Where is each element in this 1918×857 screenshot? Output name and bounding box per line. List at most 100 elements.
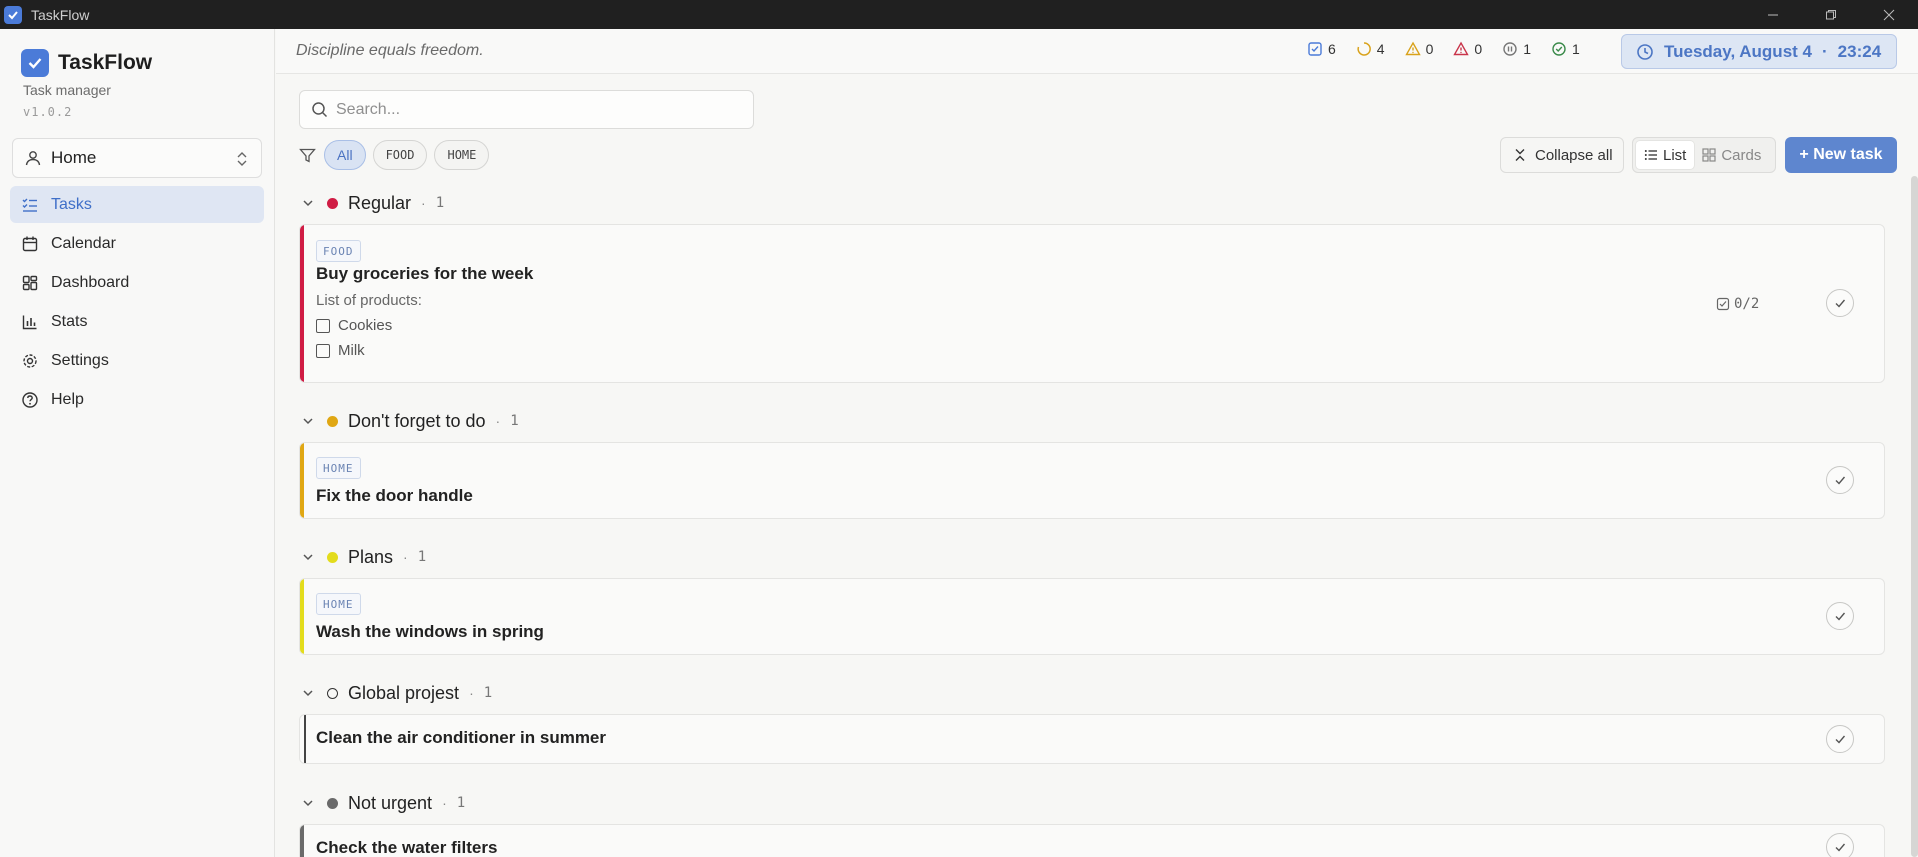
task-card[interactable]: HOME Fix the door handle bbox=[299, 442, 1885, 519]
task-title: Buy groceries for the week bbox=[316, 264, 534, 283]
filter-chip-all[interactable]: All bbox=[324, 140, 366, 170]
new-task-button[interactable]: + New task bbox=[1785, 137, 1897, 173]
group-color-dot bbox=[327, 797, 338, 809]
view-cards-label: Cards bbox=[1721, 146, 1762, 164]
view-list-button[interactable]: List bbox=[1636, 141, 1695, 169]
app-icon bbox=[4, 5, 22, 24]
group-name: Not urgent bbox=[348, 792, 433, 813]
stat-paused[interactable]: 1 bbox=[1502, 41, 1531, 57]
group-count: 1 bbox=[417, 549, 427, 565]
complete-task-button[interactable] bbox=[1826, 725, 1854, 753]
dashboard-icon bbox=[21, 274, 39, 292]
check-icon bbox=[1835, 843, 1846, 852]
group-separator: · bbox=[495, 413, 501, 429]
collapse-icon bbox=[1515, 149, 1525, 161]
stat-done[interactable]: 1 bbox=[1551, 41, 1580, 57]
restore-button[interactable] bbox=[1802, 0, 1860, 29]
view-toggle: List Cards bbox=[1632, 137, 1776, 173]
priority-bar bbox=[300, 443, 304, 518]
main-scrollbar[interactable] bbox=[1911, 176, 1918, 857]
sidebar-item-calendar[interactable]: Calendar bbox=[10, 225, 264, 262]
check-icon bbox=[1835, 299, 1846, 308]
sidebar-item-settings[interactable]: Settings bbox=[10, 342, 264, 379]
group-name: Don't forget to do bbox=[348, 410, 486, 431]
alert-triangle-icon bbox=[1453, 41, 1470, 56]
task-tag[interactable]: HOME bbox=[316, 457, 361, 479]
brand-name: TaskFlow bbox=[58, 51, 153, 74]
group-separator: · bbox=[421, 195, 426, 211]
date-time-display[interactable]: Tuesday, August 4 · 23:24 bbox=[1621, 34, 1897, 69]
close-button[interactable] bbox=[1860, 0, 1918, 29]
sidebar-item-tasks[interactable]: Tasks bbox=[10, 186, 264, 223]
group-count: 1 bbox=[435, 195, 445, 211]
loader-icon bbox=[1357, 42, 1371, 56]
collapse-all-button[interactable]: Collapse all bbox=[1500, 137, 1624, 173]
topbar: Discipline equals freedom. 6 4 0 0 1 1 T… bbox=[276, 29, 1918, 74]
group-color-dot bbox=[327, 197, 338, 209]
group-color-dot bbox=[327, 551, 338, 563]
check-circle-icon bbox=[1552, 42, 1566, 56]
stat-value: 6 bbox=[1328, 41, 1336, 57]
tasks-icon bbox=[21, 196, 39, 214]
tag-filters: All FOOD HOME bbox=[299, 140, 496, 170]
priority-bar bbox=[300, 825, 304, 857]
view-cards-button[interactable]: Cards bbox=[1694, 141, 1769, 169]
group-header-plans[interactable]: Plans · 1 bbox=[301, 545, 426, 569]
subtask-label: Milk bbox=[338, 342, 365, 359]
chevron-down-icon bbox=[301, 414, 317, 428]
task-card[interactable]: Check the water filters bbox=[299, 824, 1885, 857]
subtask-checkbox[interactable] bbox=[316, 343, 330, 358]
search-input[interactable] bbox=[336, 100, 736, 119]
group-header-global-project[interactable]: Global projest · 1 bbox=[301, 681, 492, 705]
filter-chip-food[interactable]: FOOD bbox=[372, 140, 428, 170]
task-card[interactable]: HOME Wash the windows in spring bbox=[299, 578, 1885, 655]
check-square-icon bbox=[1716, 297, 1730, 311]
group-count: 1 bbox=[456, 795, 466, 811]
stat-total[interactable]: 6 bbox=[1307, 41, 1336, 57]
sidebar-item-dashboard[interactable]: Dashboard bbox=[10, 264, 264, 301]
filter-chip-home[interactable]: HOME bbox=[434, 140, 490, 170]
check-icon bbox=[1835, 612, 1846, 621]
minimize-icon bbox=[1768, 14, 1778, 15]
complete-task-button[interactable] bbox=[1826, 289, 1854, 317]
stat-value: 1 bbox=[1571, 41, 1580, 57]
minimize-button[interactable] bbox=[1744, 0, 1802, 29]
grid-icon bbox=[1702, 148, 1716, 162]
calendar-icon bbox=[21, 235, 39, 253]
search-box[interactable] bbox=[299, 90, 754, 129]
stat-value: 4 bbox=[1376, 41, 1385, 57]
workspace-label: Home bbox=[51, 148, 97, 167]
group-header-regular[interactable]: Regular · 1 bbox=[301, 191, 444, 215]
stat-overdue[interactable]: 0 bbox=[1453, 41, 1482, 57]
complete-task-button[interactable] bbox=[1826, 602, 1854, 630]
complete-task-button[interactable] bbox=[1826, 833, 1854, 857]
task-card[interactable]: Clean the air conditioner in summer bbox=[299, 714, 1885, 764]
stat-in-progress[interactable]: 4 bbox=[1356, 41, 1385, 57]
task-tag[interactable]: FOOD bbox=[316, 240, 361, 262]
group-header-dont-forget[interactable]: Don't forget to do · 1 bbox=[301, 409, 519, 433]
task-tag[interactable]: HOME bbox=[316, 593, 361, 615]
sidebar-nav: Tasks Calendar Dashboard Stats Settings bbox=[10, 186, 264, 420]
help-icon bbox=[21, 391, 39, 409]
group-separator: · bbox=[403, 549, 408, 565]
complete-task-button[interactable] bbox=[1826, 466, 1854, 494]
group-name: Global projest bbox=[348, 682, 460, 703]
subtask-item[interactable]: Cookies bbox=[316, 317, 392, 334]
task-card[interactable]: FOOD Buy groceries for the week List of … bbox=[299, 224, 1885, 383]
chevron-down-icon bbox=[301, 796, 317, 810]
sidebar-item-stats[interactable]: Stats bbox=[10, 303, 264, 340]
subtask-item[interactable]: Milk bbox=[316, 342, 365, 359]
sidebar-item-help[interactable]: Help bbox=[10, 381, 264, 418]
priority-bar bbox=[300, 225, 304, 382]
window-title: TaskFlow bbox=[31, 6, 90, 23]
brand: TaskFlow bbox=[21, 49, 152, 77]
task-title: Clean the air conditioner in summer bbox=[316, 728, 607, 747]
stat-warning[interactable]: 0 bbox=[1404, 41, 1433, 57]
group-header-not-urgent[interactable]: Not urgent · 1 bbox=[301, 791, 465, 815]
workspace-select[interactable]: Home bbox=[12, 138, 262, 178]
sidebar-item-label: Settings bbox=[51, 351, 109, 369]
stats-icon bbox=[21, 313, 39, 331]
subtask-checkbox[interactable] bbox=[316, 318, 330, 333]
status-counters: 6 4 0 0 1 1 bbox=[1307, 41, 1600, 57]
collapse-all-label: Collapse all bbox=[1535, 146, 1613, 164]
